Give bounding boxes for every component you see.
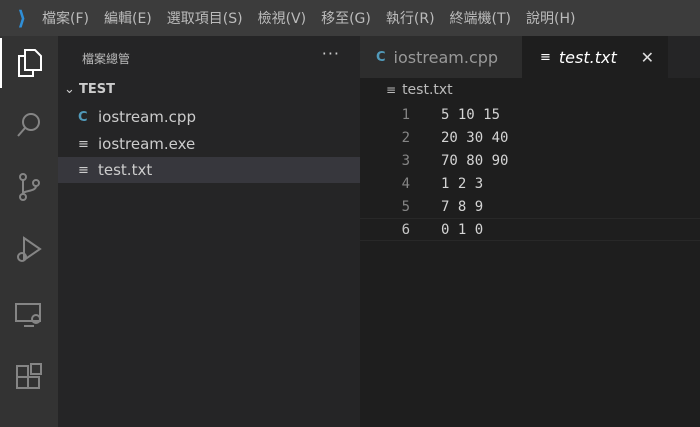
code-line[interactable]: 2 20 30 40 [360, 126, 700, 149]
cpp-file-icon: C [78, 109, 88, 125]
vscode-logo-icon: ⟩ [17, 6, 27, 30]
menu-edit[interactable]: 編輯(E) [104, 8, 152, 28]
menu-terminal[interactable]: 終端機(T) [450, 8, 511, 28]
line-number: 3 [401, 152, 410, 169]
text-file-icon: ≡ [386, 83, 397, 97]
more-actions-icon[interactable]: ··· [322, 44, 340, 63]
title-bar: ⟩ 檔案(F) 編輯(E) 選取項目(S) 檢視(V) 移至(G) 執行(R) … [0, 0, 700, 36]
tab-test-txt[interactable]: ≡ test.txt ✕ [522, 36, 668, 78]
chevron-down-icon: ⌄ [64, 82, 80, 97]
code-line[interactable]: 1 5 10 15 [360, 103, 700, 126]
menu-view[interactable]: 檢視(V) [258, 8, 307, 28]
menu-help[interactable]: 說明(H) [526, 8, 575, 28]
text-file-icon: ≡ [78, 136, 89, 152]
cpp-file-icon: C [376, 49, 386, 65]
line-text: 70 80 90 [441, 152, 509, 169]
line-text: 5 10 15 [441, 106, 501, 123]
line-number: 5 [401, 198, 410, 215]
tab-iostream-cpp[interactable]: Ciostream.cpp [360, 36, 522, 78]
breadcrumb[interactable]: ≡ test.txt [386, 82, 453, 98]
code-line[interactable]: 3 70 80 90 [360, 149, 700, 172]
line-text: 20 30 40 [441, 129, 509, 146]
file-iostream-cpp[interactable]: Ciostream.cpp [58, 104, 360, 130]
close-icon[interactable]: ✕ [641, 48, 654, 67]
menu-file[interactable]: 檔案(F) [42, 8, 89, 28]
code-line[interactable]: 5 7 8 9 [360, 195, 700, 218]
extensions-icon[interactable] [0, 352, 58, 402]
folder-test[interactable]: ⌄ TEST [64, 82, 115, 97]
line-number: 6 [401, 221, 410, 238]
file-label: iostream.cpp [98, 108, 196, 126]
current-code-line[interactable]: 6 0 1 0 [360, 218, 700, 241]
remote-explorer-icon[interactable] [0, 290, 58, 340]
line-number: 4 [401, 175, 410, 192]
explorer-title: 檔案總管 [82, 52, 131, 66]
explorer-sidebar: 檔案總管 ··· ⌄ TEST Ciostream.cpp ≡ iostream.… [58, 36, 360, 427]
menu-run[interactable]: 執行(R) [386, 8, 435, 28]
menu-go[interactable]: 移至(G) [321, 8, 371, 28]
folder-label: TEST [79, 82, 116, 97]
line-text: 0 1 0 [441, 221, 484, 238]
tab-bar: Ciostream.cpp ≡ test.txt ✕ [360, 36, 700, 78]
file-test-txt[interactable]: ≡ test.txt [58, 157, 360, 183]
menu-selection[interactable]: 選取項目(S) [167, 8, 243, 28]
tab-label: iostream.cpp [393, 47, 499, 67]
tab-label: test.txt [558, 47, 617, 67]
code-line[interactable]: 4 1 2 3 [360, 172, 700, 195]
source-control-icon[interactable] [0, 162, 58, 212]
line-text: 1 2 3 [441, 175, 484, 192]
line-number: 1 [401, 106, 410, 123]
file-label: test.txt [98, 161, 153, 179]
file-iostream-exe[interactable]: ≡ iostream.exe [58, 131, 360, 157]
text-file-icon: ≡ [540, 49, 551, 65]
breadcrumb-label: test.txt [402, 82, 453, 98]
search-icon[interactable] [0, 100, 58, 150]
activity-bar [0, 36, 58, 427]
text-file-icon: ≡ [78, 162, 89, 178]
line-number: 2 [401, 129, 410, 146]
explorer-icon[interactable] [0, 38, 58, 88]
run-debug-icon[interactable] [0, 225, 58, 275]
file-label: iostream.exe [98, 135, 196, 153]
line-text: 7 8 9 [441, 198, 484, 215]
